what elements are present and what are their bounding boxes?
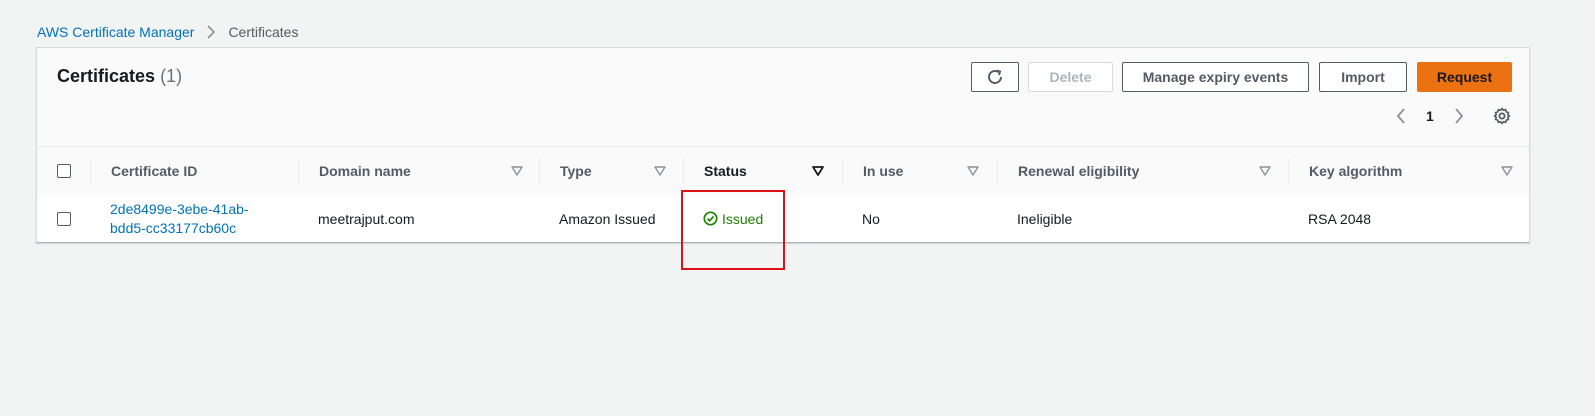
renewal-eligibility-cell: Ineligible — [1017, 210, 1073, 227]
select-all-checkbox[interactable] — [57, 164, 71, 178]
certificate-id-line1: 2de8499e-3ebe-41ab- — [110, 200, 249, 217]
column-label: In use — [863, 163, 904, 179]
column-key-algorithm[interactable]: Key algorithm — [1288, 147, 1529, 195]
certificate-id-link[interactable]: 2de8499e-3ebe-41ab- bdd5-cc33177cb60c — [110, 200, 249, 238]
sort-triangle-icon[interactable] — [1500, 164, 1514, 178]
column-divider — [683, 158, 684, 184]
table-header: Certificate ID Domain name Type Status I… — [37, 146, 1529, 196]
column-divider — [842, 158, 843, 184]
column-divider — [539, 158, 540, 184]
refresh-icon — [986, 68, 1004, 86]
key-algorithm-cell: RSA 2048 — [1308, 210, 1372, 227]
column-divider — [1288, 158, 1289, 184]
column-label: Key algorithm — [1309, 163, 1403, 179]
row-select-cell — [57, 195, 77, 242]
panel-title-text: Certificates — [57, 66, 156, 86]
column-label: Status — [704, 163, 747, 179]
column-label: Renewal eligibility — [1018, 163, 1140, 179]
column-label: Certificate ID — [111, 163, 198, 179]
sort-triangle-icon[interactable] — [653, 164, 667, 178]
column-domain-name[interactable]: Domain name — [298, 147, 539, 195]
gear-icon[interactable] — [1492, 106, 1512, 126]
select-all-cell — [57, 147, 77, 195]
row-checkbox[interactable] — [57, 211, 71, 226]
delete-button[interactable]: Delete — [1028, 62, 1113, 92]
type-cell: Amazon Issued — [559, 210, 656, 227]
pagination: 1 — [1391, 106, 1469, 126]
column-status[interactable]: Status — [683, 147, 842, 195]
column-label: Type — [560, 163, 592, 179]
column-type[interactable]: Type — [539, 147, 683, 195]
sort-descending-icon[interactable] — [811, 164, 825, 178]
column-divider — [90, 158, 91, 184]
chevron-left-icon[interactable] — [1391, 106, 1411, 126]
breadcrumb-acm-link[interactable]: AWS Certificate Manager — [37, 24, 194, 40]
column-in-use[interactable]: In use — [842, 147, 997, 195]
column-divider — [997, 158, 998, 184]
sort-triangle-icon[interactable] — [510, 164, 524, 178]
sort-triangle-icon[interactable] — [1258, 164, 1272, 178]
manage-expiry-events-button[interactable]: Manage expiry events — [1122, 62, 1309, 92]
sort-triangle-icon[interactable] — [966, 164, 980, 178]
in-use-cell: No — [862, 210, 880, 227]
page-title: Certificates (1) — [57, 66, 182, 87]
request-button[interactable]: Request — [1417, 62, 1512, 92]
certificate-count: (1) — [160, 66, 183, 86]
import-button[interactable]: Import — [1319, 62, 1407, 92]
column-divider — [298, 158, 299, 184]
column-certificate-id[interactable]: Certificate ID — [90, 147, 298, 195]
chevron-right-icon[interactable] — [1449, 106, 1469, 126]
breadcrumb-current: Certificates — [228, 24, 299, 40]
chevron-right-icon — [206, 25, 216, 39]
column-label: Domain name — [319, 163, 411, 179]
column-renewal-eligibility[interactable]: Renewal eligibility — [997, 147, 1288, 195]
breadcrumb: AWS Certificate Manager Certificates — [37, 24, 298, 40]
status-highlight-box — [681, 190, 785, 270]
refresh-button[interactable] — [971, 62, 1019, 92]
certificate-id-line2: bdd5-cc33177cb60c — [110, 219, 237, 236]
certificate-id-cell: 2de8499e-3ebe-41ab- bdd5-cc33177cb60c — [110, 195, 298, 242]
page-number[interactable]: 1 — [1426, 108, 1434, 124]
domain-name-cell: meetrajput.com — [318, 210, 415, 227]
